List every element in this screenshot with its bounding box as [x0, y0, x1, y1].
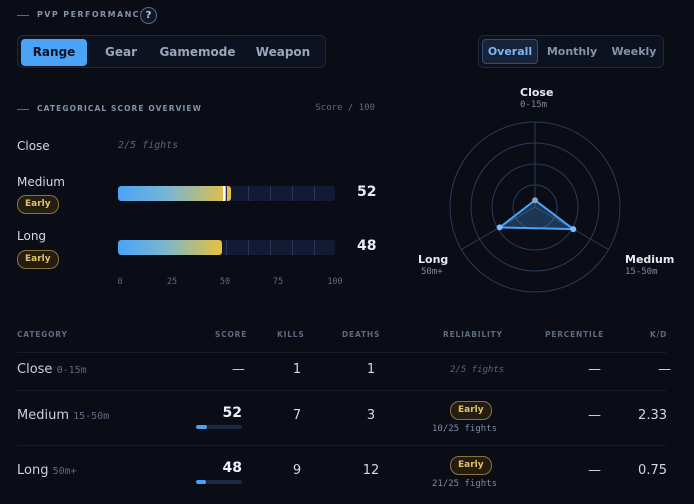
- long-fights: 21/25 fights: [432, 479, 498, 489]
- medium-early-badge: Early: [17, 195, 59, 214]
- table-row-close-name: Close 0-15m: [17, 362, 87, 377]
- radar-point-long: [496, 224, 503, 231]
- medium-deaths: 3: [366, 408, 376, 423]
- table-row-medium-name: Medium 15-50m: [17, 408, 109, 423]
- medium-kd: 2.33: [638, 408, 667, 423]
- long-early-badge: Early: [17, 250, 59, 269]
- bar-segment: [314, 240, 315, 255]
- bar-segment: [226, 240, 227, 255]
- radar-sub-medium: 15-50m: [625, 267, 658, 277]
- col-header-score: SCORE: [215, 330, 248, 339]
- medium-mini-fill: [196, 425, 207, 429]
- long-score: 48: [222, 460, 242, 476]
- col-header-kills: KILLS: [277, 330, 305, 339]
- category-range: 50m+: [52, 466, 77, 477]
- close-fights-note: 2/5 fights: [118, 140, 179, 151]
- score-scale-label: Score / 100: [315, 103, 375, 113]
- bar-segment: [270, 240, 271, 255]
- category-name: Close: [17, 362, 53, 377]
- bar-segment: [248, 240, 249, 255]
- col-header-reliability: RELIABILITY: [443, 330, 503, 339]
- col-header-kd: K/D: [650, 330, 668, 339]
- radar-label-long: Long: [418, 253, 449, 266]
- close-reliability-note: 2/5 fights: [450, 365, 505, 375]
- category-name: Long: [17, 463, 49, 478]
- radar-score-polygon: [496, 198, 577, 231]
- category-range: 15-50m: [73, 411, 110, 422]
- long-kd: 0.75: [638, 463, 667, 478]
- long-mini-bar: [196, 480, 242, 484]
- section-divider: [17, 109, 29, 110]
- tab-weekly[interactable]: Weekly: [606, 39, 662, 64]
- close-percentile: —: [588, 362, 601, 377]
- radar-sub-close: 0-15m: [520, 100, 548, 110]
- long-reliability-badge: Early: [450, 456, 492, 475]
- medium-score: 52: [222, 405, 242, 421]
- long-mini-fill: [196, 480, 207, 484]
- radar-label-medium: Medium: [625, 253, 675, 266]
- radar-point-medium: [570, 226, 577, 233]
- tab-monthly[interactable]: Monthly: [541, 39, 603, 64]
- category-name: Medium: [17, 408, 69, 423]
- close-kd: —: [658, 362, 671, 377]
- table-row-long-name: Long 50m+: [17, 463, 77, 478]
- category-range: 0-15m: [56, 365, 87, 376]
- tick-100: 100: [327, 277, 343, 287]
- col-header-percentile: PERCENTILE: [545, 330, 605, 339]
- row-divider: [17, 445, 666, 446]
- radar-chart: [449, 121, 621, 293]
- long-score-bar: [118, 240, 335, 255]
- long-kills: 9: [292, 463, 302, 478]
- bar-segment: [226, 186, 227, 201]
- period-tabs: Overall Monthly Weekly: [478, 35, 664, 68]
- range-label-close: Close: [17, 139, 50, 153]
- bar-segment: [248, 186, 249, 201]
- row-divider: [17, 390, 666, 391]
- medium-score-marker: [222, 186, 225, 201]
- long-deaths: 12: [362, 463, 380, 478]
- radar-label-close: Close: [520, 86, 554, 99]
- medium-fights: 10/25 fights: [432, 424, 498, 434]
- page-title: PVP PERFORMANCE: [37, 10, 147, 19]
- bar-segment: [292, 240, 293, 255]
- section-title: CATEGORICAL SCORE OVERVIEW: [37, 104, 203, 113]
- medium-mini-bar: [196, 425, 242, 429]
- tab-gamemode[interactable]: Gamemode: [155, 39, 240, 66]
- medium-score-value: 52: [357, 184, 377, 200]
- tick-50: 50: [219, 277, 231, 287]
- bar-segment: [292, 186, 293, 201]
- header-divider: [17, 15, 29, 16]
- range-label-medium: Medium: [17, 175, 65, 189]
- long-score-fill: [118, 240, 223, 255]
- tick-75: 75: [272, 277, 284, 287]
- medium-kills: 7: [292, 408, 302, 423]
- help-icon[interactable]: ?: [140, 7, 157, 24]
- close-score: —: [232, 362, 245, 377]
- close-kills: 1: [292, 362, 302, 377]
- range-label-long: Long: [17, 229, 47, 243]
- medium-score-bar: [118, 186, 335, 201]
- long-percentile: —: [588, 463, 601, 478]
- tick-0: 0: [117, 277, 123, 287]
- col-header-deaths: DEATHS: [342, 330, 381, 339]
- radar-point-close: [532, 197, 538, 204]
- row-divider: [17, 352, 666, 353]
- tab-range[interactable]: Range: [21, 39, 87, 66]
- medium-score-fill: [118, 186, 231, 201]
- medium-reliability-badge: Early: [450, 401, 492, 420]
- tab-weapon[interactable]: Weapon: [243, 39, 323, 66]
- bar-segment: [270, 186, 271, 201]
- close-deaths: 1: [366, 362, 376, 377]
- col-header-category: CATEGORY: [17, 330, 68, 339]
- category-tabs: Range Gear Gamemode Weapon: [17, 35, 326, 68]
- tab-gear[interactable]: Gear: [90, 39, 152, 66]
- medium-percentile: —: [588, 408, 601, 423]
- tick-25: 25: [166, 277, 178, 287]
- tab-overall[interactable]: Overall: [482, 39, 538, 64]
- radar-sub-long: 50m+: [421, 267, 443, 277]
- long-score-value: 48: [357, 238, 377, 254]
- bar-segment: [314, 186, 315, 201]
